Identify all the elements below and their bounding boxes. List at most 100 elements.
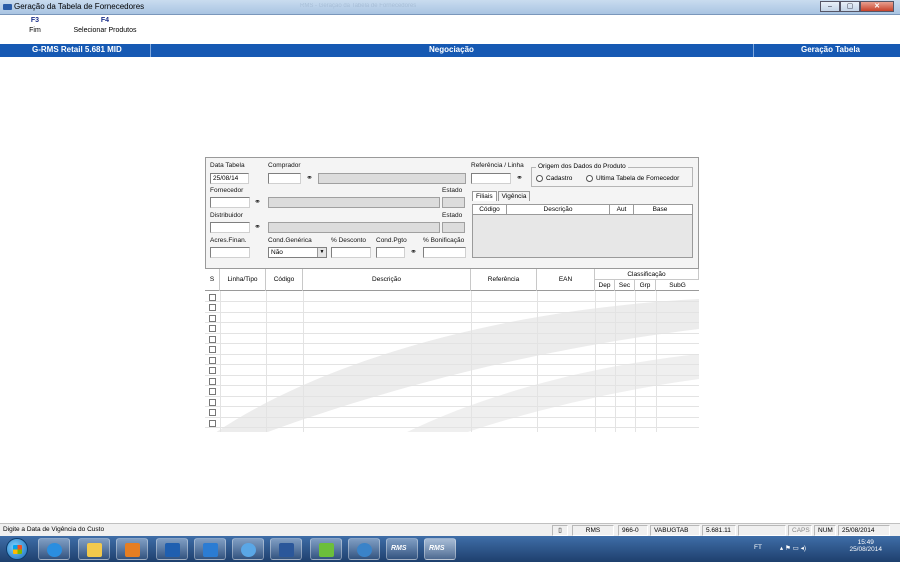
referencia-input[interactable]	[471, 173, 511, 184]
status-blank	[738, 525, 786, 536]
fkey-fim[interactable]: F3 Fim	[0, 17, 70, 43]
language-indicator[interactable]: FT	[754, 544, 762, 551]
data-tabela-label: Data Tabela	[210, 162, 245, 169]
col-codigo: Código	[473, 205, 507, 214]
taskbar-rms-1[interactable]: RMS	[386, 538, 418, 560]
bonificacao-input[interactable]	[423, 247, 466, 258]
binoculars-icon[interactable]: ⚭	[514, 173, 525, 183]
products-grid: S Linha/Tipo Código Descrição Referência…	[205, 268, 699, 432]
status-code: 966-0	[618, 525, 648, 536]
close-button[interactable]: ✕	[860, 1, 894, 12]
row-checkbox[interactable]	[209, 409, 216, 416]
media-player-icon	[125, 543, 140, 557]
comprador-input[interactable]	[268, 173, 301, 184]
fkey-selecionar-produtos[interactable]: F4 Selecionar Produtos	[70, 17, 140, 43]
taskbar-ie[interactable]	[38, 538, 70, 560]
cond-generica-select[interactable]: Não ▼	[268, 247, 327, 258]
fkey-label: Selecionar Produtos	[73, 27, 137, 34]
folder-icon	[87, 543, 102, 557]
row-checkbox[interactable]	[209, 314, 216, 322]
taskbar-outlook[interactable]	[156, 538, 188, 560]
tab-vigencia[interactable]: Vigência	[497, 191, 531, 201]
tray-icons[interactable]: ▴ ⚑ ▭ ◂)	[780, 544, 806, 552]
outlook-icon	[165, 543, 180, 557]
binoculars-icon[interactable]: ⚭	[408, 247, 419, 257]
taskbar-app[interactable]	[232, 538, 264, 560]
table-row[interactable]	[205, 355, 699, 366]
document-icon: ▯	[552, 525, 568, 536]
maximize-button[interactable]: ▢	[840, 1, 860, 12]
taskbar-explorer[interactable]	[78, 538, 110, 560]
start-button[interactable]	[6, 538, 28, 560]
desconto-label: % Desconto	[331, 237, 367, 244]
col-codigo[interactable]: Código	[266, 269, 303, 291]
cond-pgto-label: Cond.Pgto	[376, 237, 407, 244]
row-checkbox[interactable]	[209, 304, 216, 311]
row-checkbox[interactable]	[209, 335, 216, 343]
row-checkbox[interactable]	[209, 356, 216, 364]
row-checkbox[interactable]	[209, 388, 216, 395]
row-checkbox[interactable]	[209, 325, 216, 332]
background-window-title: RMS - Geração da Tabela de Fornecedores	[300, 3, 417, 9]
status-program: VABUGTAB	[650, 525, 700, 536]
fornecedor-name-field	[268, 197, 440, 208]
row-checkbox[interactable]	[209, 293, 216, 301]
fornecedor-input[interactable]	[210, 197, 250, 208]
row-checkbox[interactable]	[209, 346, 216, 353]
fkey-key: F3	[30, 17, 40, 24]
row-checkbox[interactable]	[209, 419, 216, 427]
col-dep[interactable]: Dep	[595, 280, 615, 291]
col-linha-tipo[interactable]: Linha/Tipo	[220, 269, 266, 291]
col-referencia[interactable]: Referência	[471, 269, 537, 291]
table-row[interactable]	[205, 366, 699, 376]
table-row[interactable]	[205, 292, 699, 303]
clock[interactable]: 15:49 25/08/2014	[849, 539, 882, 553]
table-row[interactable]	[205, 313, 699, 324]
binoculars-icon[interactable]: ⚭	[252, 222, 263, 232]
col-sec[interactable]: Sec	[615, 280, 635, 291]
col-grp[interactable]: Grp	[635, 280, 656, 291]
tab-filiais[interactable]: Filiais	[472, 191, 497, 201]
rms-label: RMS	[429, 545, 445, 552]
binoculars-icon[interactable]: ⚭	[252, 197, 263, 207]
table-row[interactable]	[205, 376, 699, 387]
rms-label: RMS	[391, 545, 407, 552]
taskbar-lync[interactable]	[194, 538, 226, 560]
col-s[interactable]: S	[205, 269, 220, 291]
col-descricao: Descrição	[507, 205, 610, 214]
col-subg[interactable]: SubG	[656, 280, 699, 291]
col-ean[interactable]: EAN	[537, 269, 595, 291]
desconto-input[interactable]	[331, 247, 371, 258]
data-tabela-input[interactable]: 25/08/14	[210, 173, 249, 184]
distribuidor-input[interactable]	[210, 222, 250, 233]
table-row[interactable]	[205, 387, 699, 397]
windows-logo-icon	[13, 545, 22, 554]
fkey-label: Fim	[29, 27, 41, 34]
taskbar-media[interactable]	[116, 538, 148, 560]
table-row[interactable]	[205, 324, 699, 334]
table-row[interactable]	[205, 408, 699, 418]
taskbar-word[interactable]	[270, 538, 302, 560]
minimize-button[interactable]: –	[820, 1, 840, 12]
binoculars-icon[interactable]: ⚭	[304, 173, 315, 183]
app-icon	[3, 4, 12, 10]
table-row[interactable]	[205, 397, 699, 408]
table-row[interactable]	[205, 303, 699, 313]
table-row[interactable]	[205, 334, 699, 345]
acres-finan-input[interactable]	[210, 247, 250, 258]
taskbar-tool[interactable]	[310, 538, 342, 560]
row-checkbox[interactable]	[209, 377, 216, 385]
table-row[interactable]	[205, 418, 699, 429]
row-checkbox[interactable]	[209, 398, 216, 406]
system-version: G-RMS Retail 5.681 MID	[32, 45, 122, 54]
table-row[interactable]	[205, 345, 699, 355]
taskbar-network[interactable]	[348, 538, 380, 560]
col-base: Base	[652, 206, 668, 213]
app-icon	[241, 543, 256, 557]
radio-cadastro[interactable]: Cadastro	[536, 175, 572, 182]
row-checkbox[interactable]	[209, 367, 216, 374]
col-descricao[interactable]: Descrição	[303, 269, 471, 291]
radio-ultima-tabela[interactable]: Ultima Tabela de Fornecedor	[586, 175, 679, 182]
cond-pgto-input[interactable]	[376, 247, 405, 258]
taskbar-rms-2[interactable]: RMS	[424, 538, 456, 560]
